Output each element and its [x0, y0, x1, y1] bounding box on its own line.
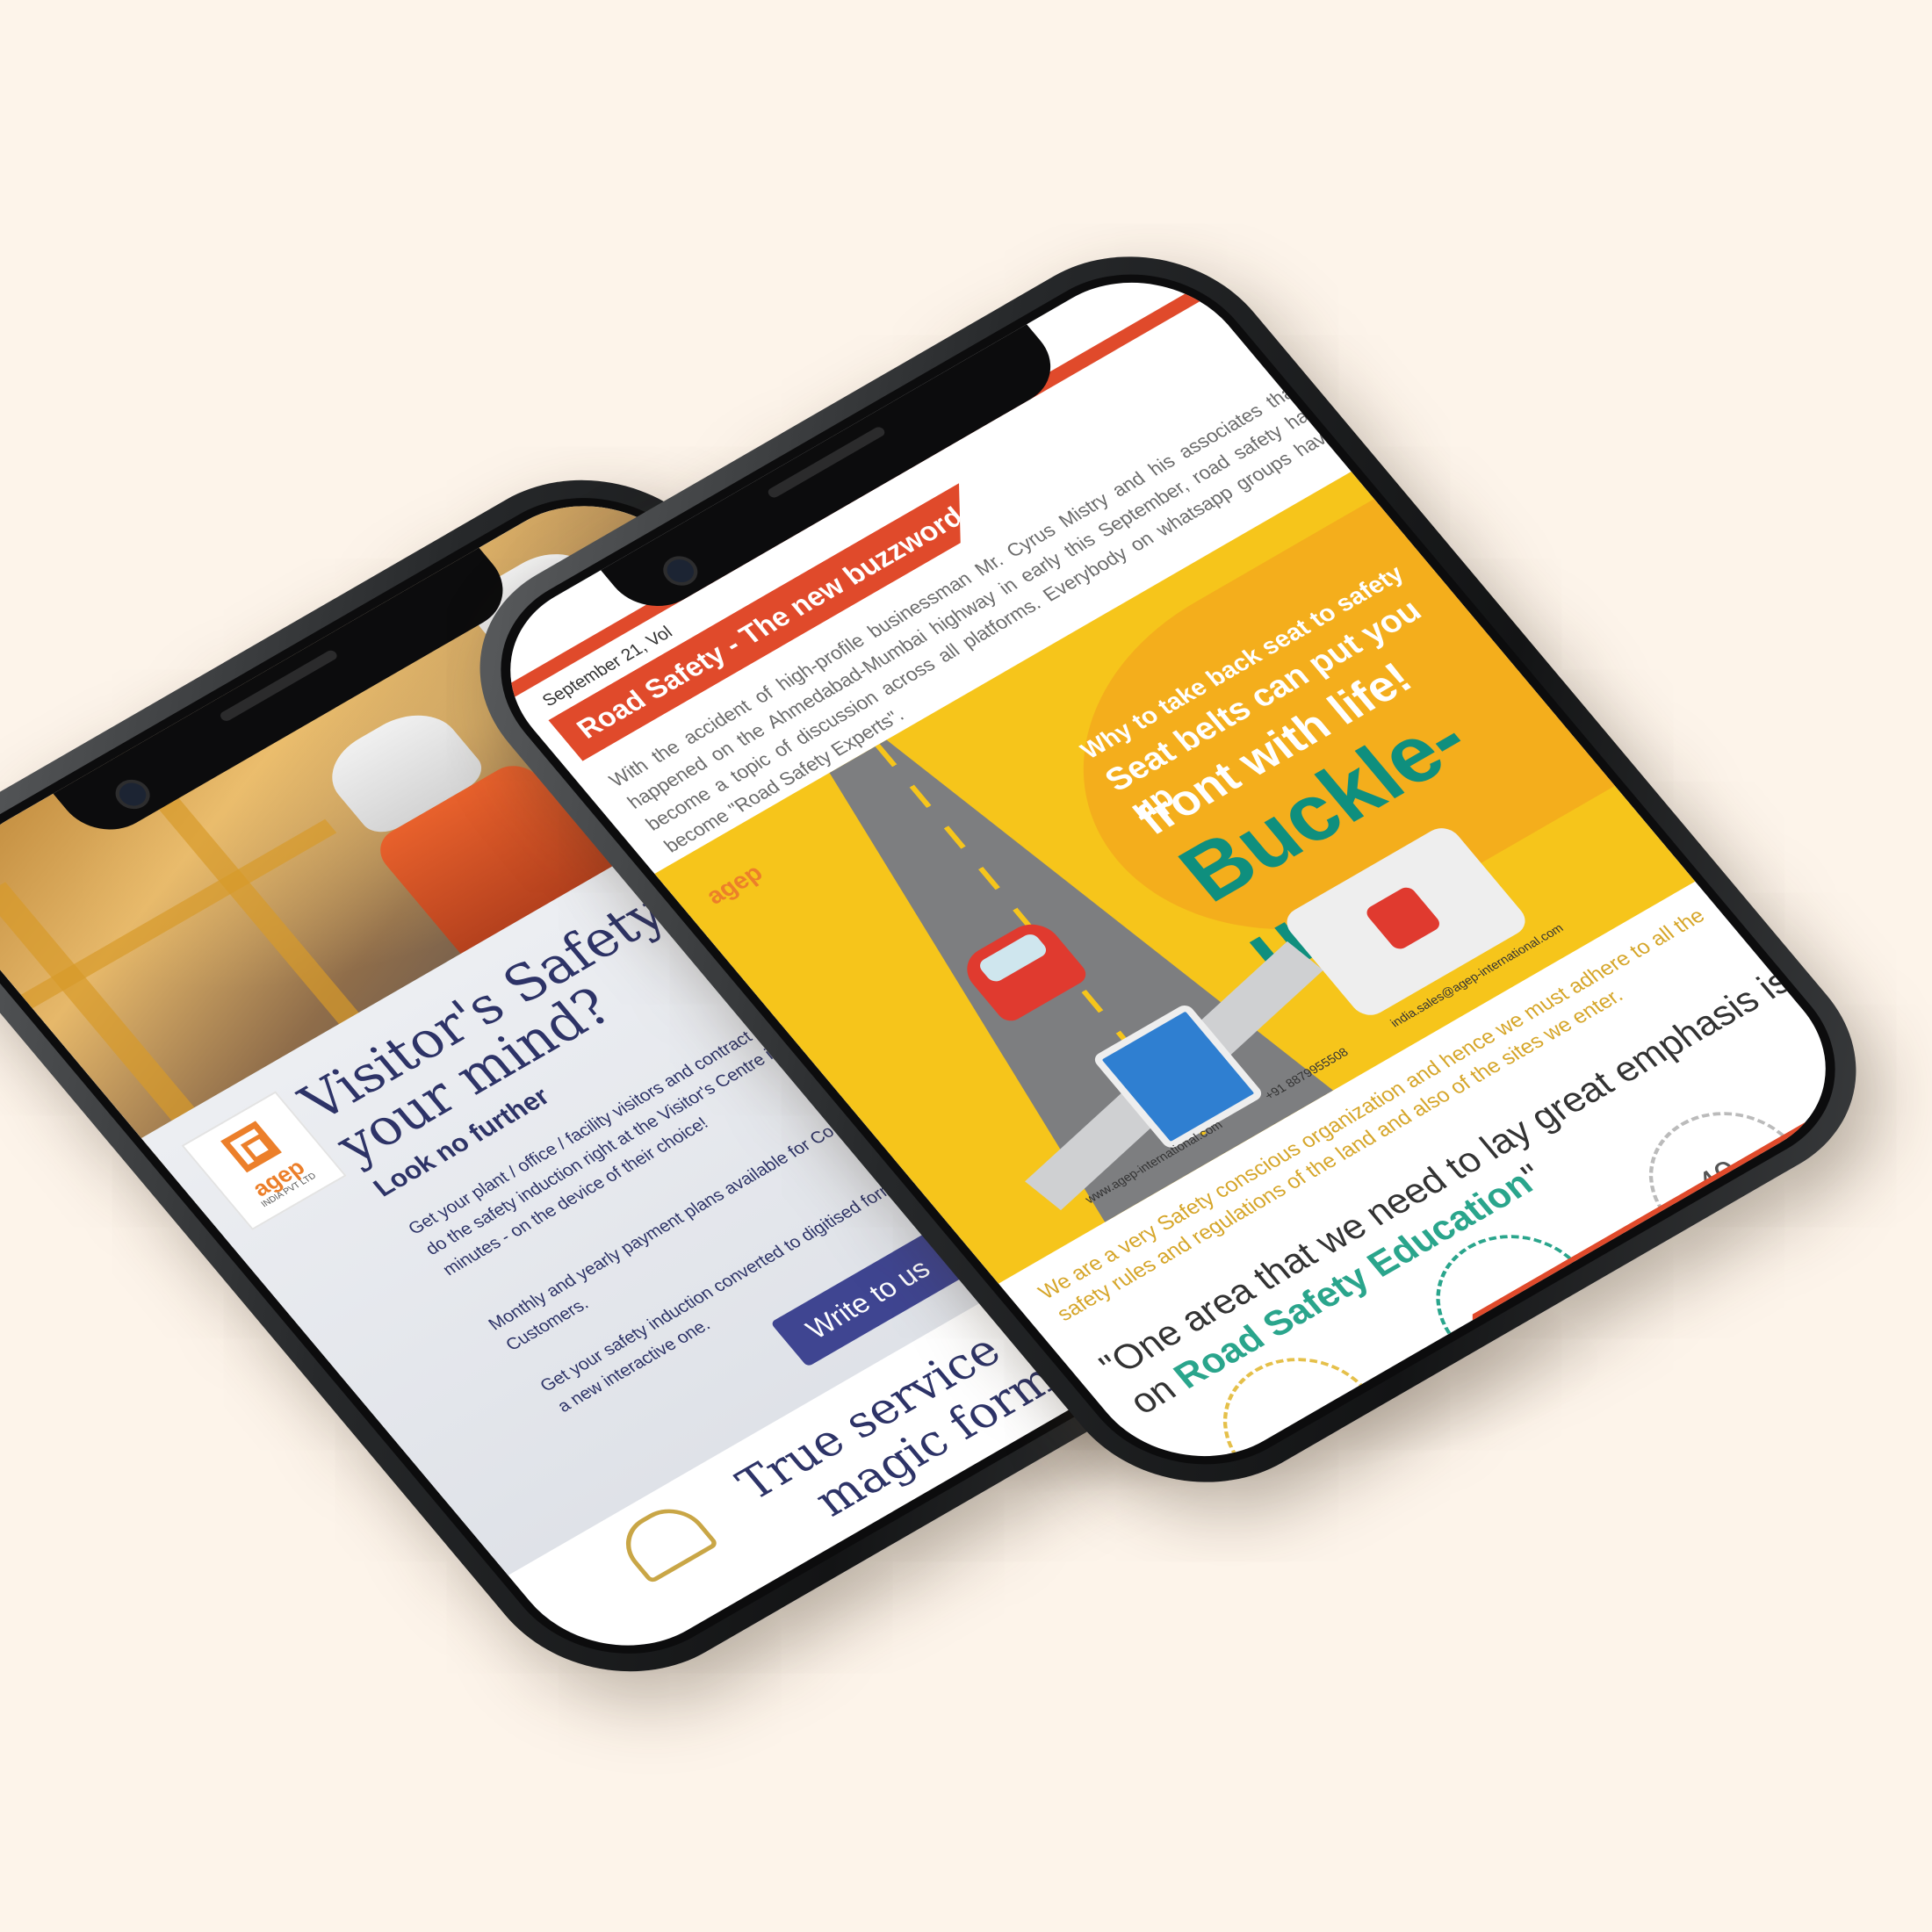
speaker	[218, 648, 340, 724]
beam	[0, 882, 218, 1149]
camera-icon	[656, 551, 705, 592]
poster-logo: agep	[700, 859, 768, 910]
beam	[20, 818, 337, 1009]
speaker	[766, 425, 887, 500]
camera-icon	[108, 774, 157, 815]
